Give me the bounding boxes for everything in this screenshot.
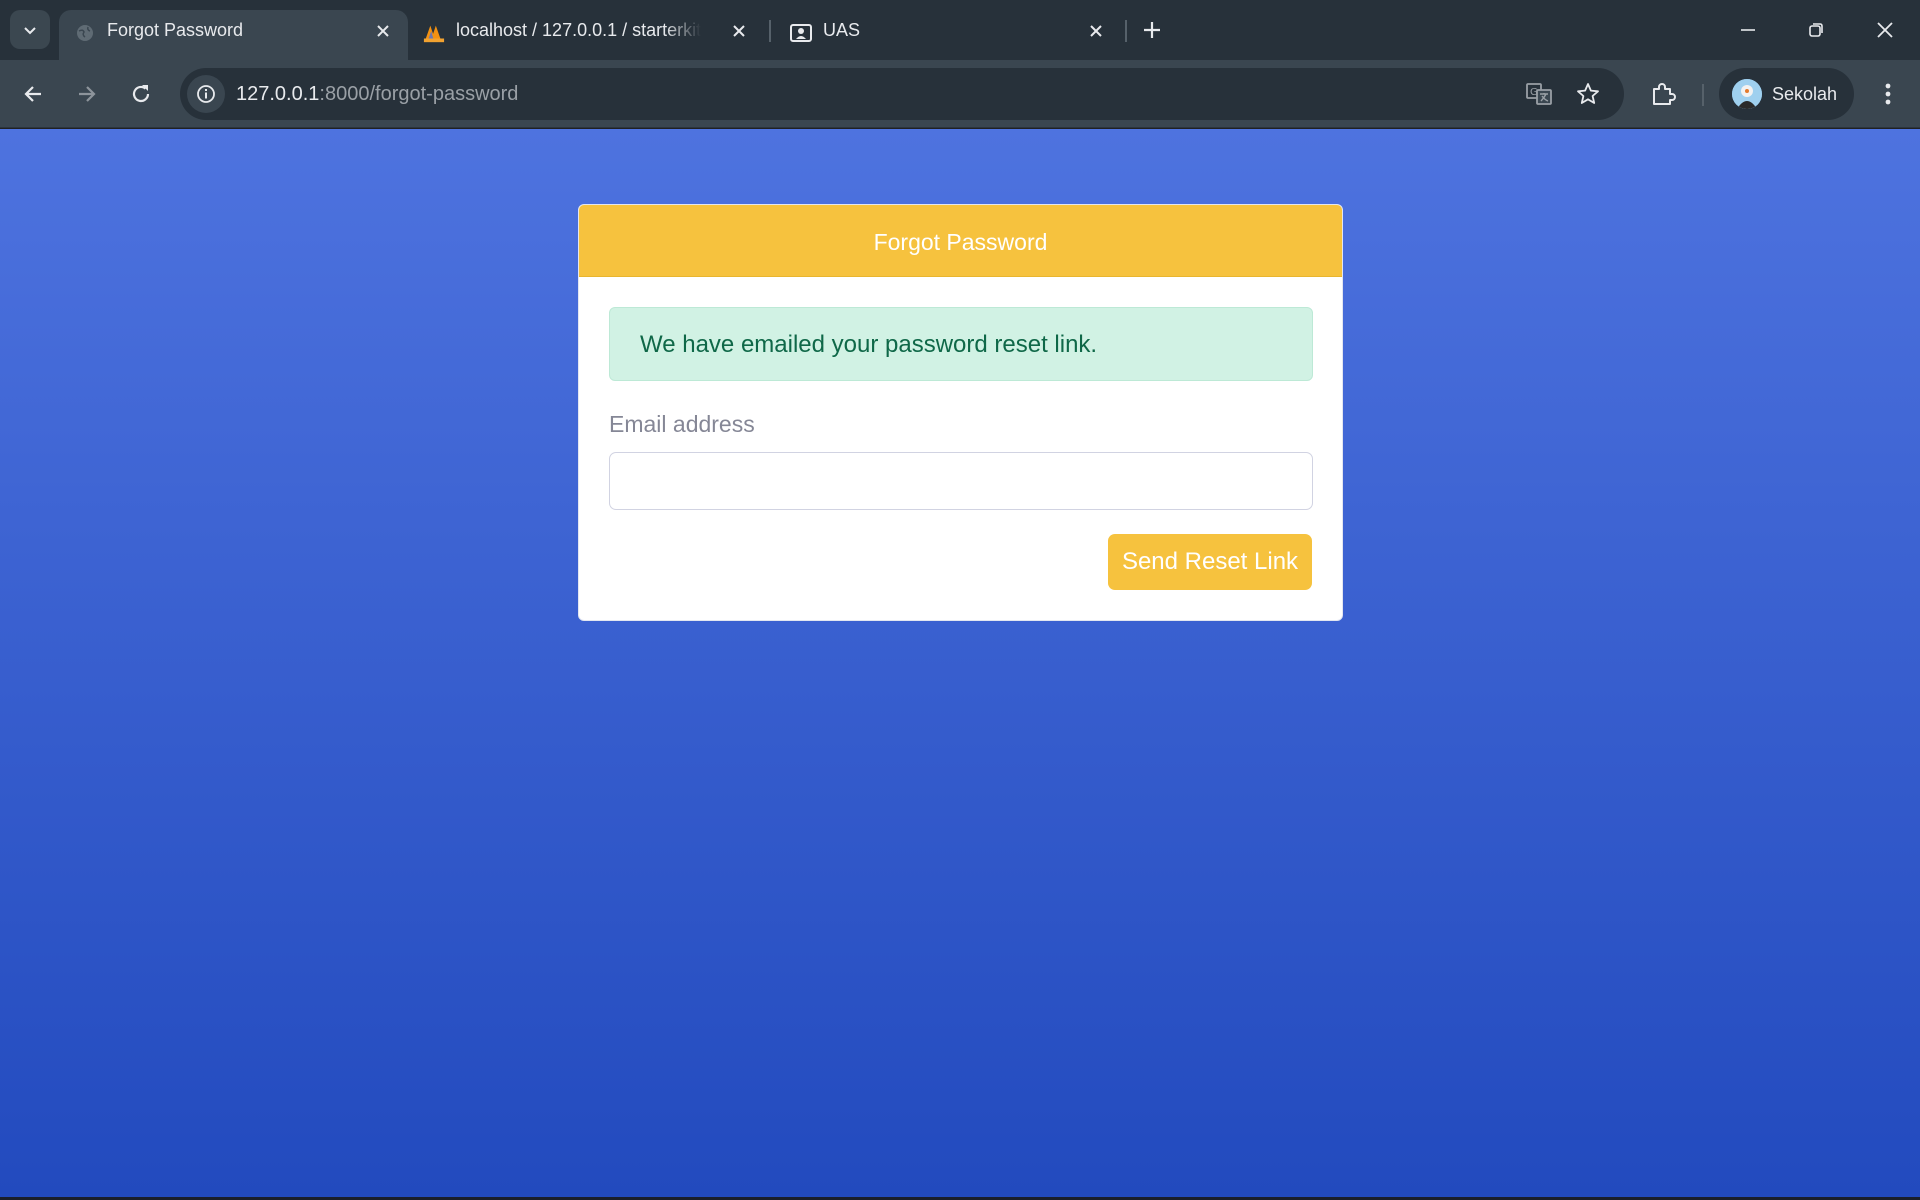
globe-icon bbox=[74, 22, 96, 44]
tab-separator bbox=[1125, 20, 1127, 42]
tab-title: localhost / 127.0.0.1 / starterkit_ bbox=[456, 20, 701, 40]
card-body: We have emailed your password reset link… bbox=[579, 277, 1342, 620]
profile-button[interactable]: Sekolah bbox=[1719, 68, 1854, 120]
forgot-password-card: Forgot Password We have emailed your pas… bbox=[578, 204, 1343, 621]
email-field[interactable] bbox=[609, 452, 1313, 510]
url-host: 127.0.0.1 bbox=[236, 83, 320, 105]
address-bar[interactable]: 127.0.0.1:8000/forgot-password G bbox=[180, 68, 1624, 120]
success-alert: We have emailed your password reset link… bbox=[609, 307, 1313, 381]
chevron-down-icon bbox=[24, 26, 36, 34]
browser-toolbar: 127.0.0.1:8000/forgot-password G Sekolah bbox=[0, 60, 1920, 128]
forward-button[interactable] bbox=[67, 74, 107, 114]
arrow-right-icon bbox=[79, 86, 96, 102]
site-info-button[interactable] bbox=[187, 75, 225, 113]
url-text[interactable]: 127.0.0.1:8000/forgot-password bbox=[236, 68, 518, 120]
minimize-button[interactable] bbox=[1728, 10, 1768, 50]
restore-button[interactable] bbox=[1796, 10, 1836, 50]
email-label: Email address bbox=[609, 411, 755, 437]
tab-uas[interactable]: UAS bbox=[775, 10, 1130, 60]
reload-icon bbox=[132, 85, 150, 103]
contact-card-icon bbox=[790, 22, 812, 44]
phpmyadmin-icon bbox=[423, 22, 445, 44]
tab-separator bbox=[769, 20, 771, 42]
puzzle-icon bbox=[1653, 83, 1676, 105]
tab-phpmyadmin[interactable]: localhost / 127.0.0.1 / starterkit_ bbox=[408, 10, 768, 60]
tab-strip: Forgot Password localhost / 127.0.0.1 / … bbox=[0, 0, 1920, 60]
extensions-button[interactable] bbox=[1645, 76, 1681, 112]
restore-icon bbox=[1809, 23, 1823, 37]
card-title: Forgot Password bbox=[579, 205, 1342, 277]
browser-menu-button[interactable] bbox=[1870, 76, 1906, 112]
translate-icon: G bbox=[1526, 83, 1552, 105]
tab-title: UAS bbox=[823, 20, 861, 40]
new-tab-button[interactable] bbox=[1137, 15, 1167, 45]
profile-name: Sekolah bbox=[1772, 83, 1838, 104]
close-window-button[interactable] bbox=[1865, 10, 1905, 50]
arrow-left-icon bbox=[24, 86, 41, 102]
translate-button[interactable]: G bbox=[1526, 81, 1552, 107]
tab-search-button[interactable] bbox=[10, 10, 50, 49]
star-icon bbox=[1577, 83, 1599, 104]
close-tab-icon[interactable] bbox=[372, 20, 394, 42]
close-icon bbox=[1877, 22, 1893, 38]
info-icon bbox=[197, 85, 215, 103]
send-reset-link-button[interactable]: Send Reset Link bbox=[1108, 534, 1312, 590]
reload-button[interactable] bbox=[121, 74, 161, 114]
avatar bbox=[1732, 79, 1762, 109]
tab-forgot-password[interactable]: Forgot Password bbox=[59, 10, 408, 60]
page-viewport: Forgot Password We have emailed your pas… bbox=[0, 129, 1920, 1200]
plus-icon bbox=[1144, 22, 1160, 38]
close-tab-icon[interactable] bbox=[1085, 20, 1107, 42]
bookmark-button[interactable] bbox=[1575, 81, 1601, 107]
button-row: Send Reset Link bbox=[609, 534, 1312, 590]
url-path: :8000/forgot-password bbox=[319, 83, 519, 105]
minimize-icon bbox=[1741, 29, 1755, 31]
tab-title: Forgot Password bbox=[107, 20, 244, 40]
more-vertical-icon bbox=[1885, 83, 1891, 105]
close-tab-icon[interactable] bbox=[728, 20, 750, 42]
toolbar-separator bbox=[1702, 84, 1704, 106]
back-button[interactable] bbox=[13, 74, 53, 114]
